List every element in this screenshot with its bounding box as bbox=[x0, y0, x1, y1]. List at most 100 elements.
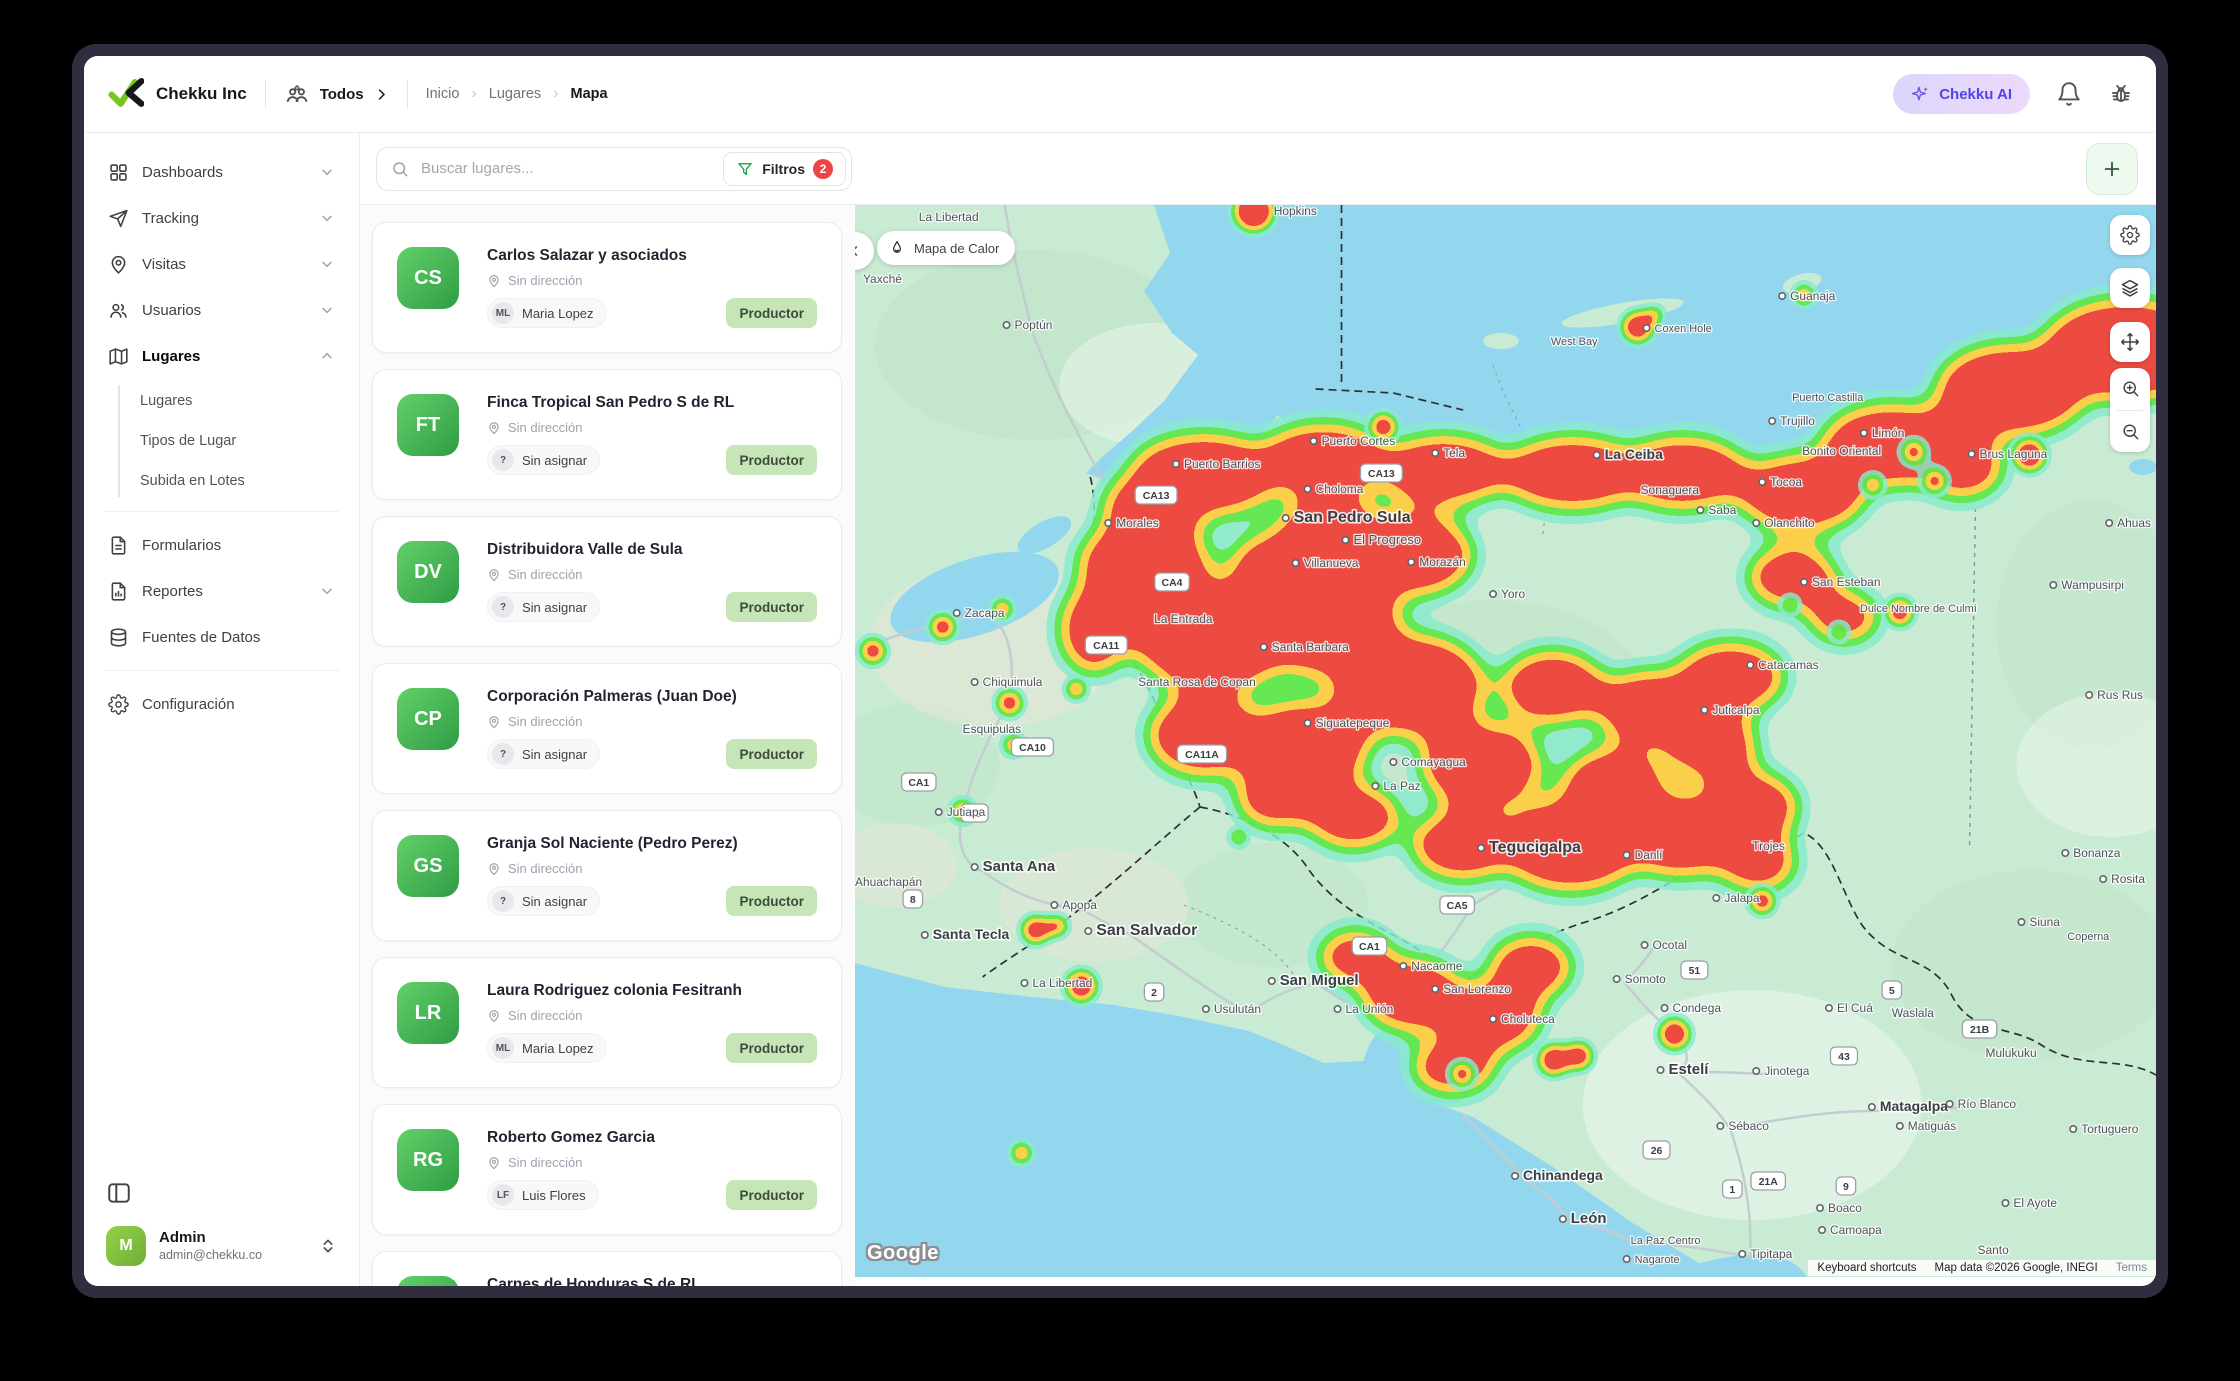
sidebar-item-tracking[interactable]: Tracking bbox=[98, 195, 345, 241]
svg-text:Apopa: Apopa bbox=[1062, 898, 1097, 912]
place-list[interactable]: CS Carlos Salazar y asociados Sin direcc… bbox=[360, 205, 855, 1286]
place-card[interactable]: FT Finca Tropical San Pedro S de RL Sin … bbox=[372, 369, 842, 500]
search-box: Filtros 2 bbox=[376, 147, 852, 191]
assignee-chip[interactable]: ML Maria Lopez bbox=[487, 1033, 607, 1063]
sidebar-item-formularios[interactable]: Formularios bbox=[98, 522, 345, 568]
map-settings-button[interactable] bbox=[2110, 215, 2150, 255]
svg-text:Santo: Santo bbox=[1978, 1243, 2010, 1257]
sidebar-submenu: LugaresTipos de LugarSubida en Lotes bbox=[98, 381, 345, 501]
google-logo: Google bbox=[867, 1242, 939, 1265]
place-card[interactable]: LR Laura Rodriguez colonia Fesitranh Sin… bbox=[372, 957, 842, 1088]
place-card[interactable]: DV Distribuidora Valle de Sula Sin direc… bbox=[372, 516, 842, 647]
svg-text:Mulukuku: Mulukuku bbox=[1986, 1046, 2037, 1060]
assignee-chip[interactable]: ? Sin asignar bbox=[487, 739, 600, 769]
zoom-out-button[interactable] bbox=[2110, 411, 2150, 453]
place-card[interactable]: CS Carlos Salazar y asociados Sin direcc… bbox=[372, 222, 842, 353]
breadcrumb-inicio[interactable]: Inicio bbox=[426, 86, 460, 102]
sidebar-item-configuraci-n[interactable]: Configuración bbox=[98, 681, 345, 727]
divider bbox=[104, 670, 339, 671]
user-menu[interactable]: M Admin admin@chekku.co bbox=[98, 1220, 345, 1272]
sidebar-item-usuarios[interactable]: Usuarios bbox=[98, 287, 345, 333]
place-info: Corporación Palmeras (Juan Doe) Sin dire… bbox=[487, 688, 817, 769]
sidebar-item-label: Configuración bbox=[142, 696, 335, 713]
sidebar-item-fuentes-de-datos[interactable]: Fuentes de Datos bbox=[98, 614, 345, 660]
keyboard-shortcuts-link[interactable]: Keyboard shortcuts bbox=[1808, 1260, 1925, 1276]
place-name: Carlos Salazar y asociados bbox=[487, 247, 817, 264]
assignee-name: Maria Lopez bbox=[522, 1041, 594, 1056]
zoom-in-button[interactable] bbox=[2110, 368, 2150, 410]
place-avatar: CP bbox=[397, 688, 459, 750]
sidebar-item-visitas[interactable]: Visitas bbox=[98, 241, 345, 287]
svg-text:Yaxché: Yaxché bbox=[863, 272, 902, 286]
place-name: Carnes de Honduras S de RL bbox=[487, 1276, 817, 1286]
sidebar-collapse-icon[interactable] bbox=[106, 1180, 132, 1206]
sidebar-subitem-lugares[interactable]: Lugares bbox=[128, 381, 345, 421]
place-name: Laura Rodriguez colonia Fesitranh bbox=[487, 982, 817, 999]
map-pan-button[interactable] bbox=[2110, 322, 2150, 362]
desktop: Chekku Inc Todos Inicio › Lugares › Mapa bbox=[0, 0, 2240, 1381]
filters-label: Filtros bbox=[762, 161, 805, 177]
brand[interactable]: Chekku Inc bbox=[108, 74, 247, 115]
svg-text:La Paz Centro: La Paz Centro bbox=[1631, 1235, 1701, 1247]
place-address: Sin dirección bbox=[508, 420, 582, 435]
map-canvas[interactable]: CA13 CA13 CA4 CA11 CA10 CA11A CA1 CA1 12… bbox=[855, 205, 2156, 1277]
svg-text:La Libertad: La Libertad bbox=[1032, 976, 1092, 990]
place-type-badge: Productor bbox=[726, 445, 817, 475]
svg-text:Ahuachapán: Ahuachapán bbox=[855, 875, 922, 889]
sidebar-item-dashboards[interactable]: Dashboards bbox=[98, 149, 345, 195]
assignee-chip[interactable]: ? Sin asignar bbox=[487, 445, 600, 475]
sidebar-item-reportes[interactable]: Reportes bbox=[98, 568, 345, 614]
place-avatar: DV bbox=[397, 541, 459, 603]
place-card[interactable]: GS Granja Sol Naciente (Pedro Perez) Sin… bbox=[372, 810, 842, 941]
place-footer: LF Luis Flores Productor bbox=[487, 1180, 817, 1210]
svg-text:CA1: CA1 bbox=[908, 778, 929, 789]
org-switcher[interactable]: Todos bbox=[284, 81, 389, 107]
assignee-chip[interactable]: ML Maria Lopez bbox=[487, 298, 607, 328]
notifications-bell-icon[interactable] bbox=[2056, 81, 2082, 107]
svg-text:Condega: Condega bbox=[1672, 1001, 1721, 1015]
map-layers-button[interactable] bbox=[2110, 268, 2150, 308]
svg-text:21B: 21B bbox=[1970, 1025, 1990, 1036]
sidebar-item-lugares[interactable]: Lugares bbox=[98, 333, 345, 379]
user-name: Admin bbox=[159, 1229, 306, 1248]
place-card[interactable]: CH Carnes de Honduras S de RL Sin direcc… bbox=[372, 1251, 842, 1286]
svg-text:Tipitapa: Tipitapa bbox=[1750, 1247, 1792, 1261]
place-card[interactable]: CP Corporación Palmeras (Juan Doe) Sin d… bbox=[372, 663, 842, 794]
place-address-row: Sin dirección bbox=[487, 1155, 817, 1170]
svg-text:Saba: Saba bbox=[1708, 503, 1736, 517]
search-input[interactable] bbox=[419, 159, 713, 178]
chevron-down-icon bbox=[319, 164, 335, 180]
toolbar: Filtros 2 bbox=[360, 133, 2156, 205]
sidebar-item-label: Usuarios bbox=[142, 302, 306, 319]
sidebar-subitem-tipos-de-lugar[interactable]: Tipos de Lugar bbox=[128, 421, 345, 461]
assignee-chip[interactable]: ? Sin asignar bbox=[487, 886, 600, 916]
terms-link[interactable]: Terms bbox=[2107, 1260, 2156, 1276]
place-avatar: FT bbox=[397, 394, 459, 456]
svg-text:Ahuas: Ahuas bbox=[2117, 516, 2151, 530]
svg-text:Olanchito: Olanchito bbox=[1764, 516, 1815, 530]
select-chevrons-icon bbox=[319, 1237, 337, 1255]
file-text-icon bbox=[108, 535, 129, 556]
assignee-chip[interactable]: LF Luis Flores bbox=[487, 1180, 599, 1210]
sidebar-subitem-subida-en-lotes[interactable]: Subida en Lotes bbox=[128, 461, 345, 501]
svg-text:Zacapa: Zacapa bbox=[965, 606, 1005, 620]
place-address: Sin dirección bbox=[508, 714, 582, 729]
breadcrumb-lugares[interactable]: Lugares bbox=[489, 86, 541, 102]
svg-text:Brus Laguna: Brus Laguna bbox=[1980, 447, 2048, 461]
debug-bug-icon[interactable] bbox=[2108, 81, 2134, 107]
place-footer: ? Sin asignar Productor bbox=[487, 445, 817, 475]
svg-text:Estelí: Estelí bbox=[1668, 1061, 1709, 1078]
sidebar-item-label: Lugares bbox=[142, 348, 306, 365]
place-card[interactable]: RG Roberto Gomez Garcia Sin dirección LF… bbox=[372, 1104, 842, 1235]
assignee-chip[interactable]: ? Sin asignar bbox=[487, 592, 600, 622]
filters-button[interactable]: Filtros 2 bbox=[723, 152, 846, 186]
chekku-ai-button[interactable]: Chekku AI bbox=[1893, 74, 2030, 114]
place-address: Sin dirección bbox=[508, 273, 582, 288]
user-avatar: M bbox=[106, 1226, 146, 1266]
app-window: Chekku Inc Todos Inicio › Lugares › Mapa bbox=[72, 44, 2168, 1298]
svg-text:El Ayote: El Ayote bbox=[2013, 1196, 2057, 1210]
header: Chekku Inc Todos Inicio › Lugares › Mapa bbox=[84, 56, 2156, 133]
place-info: Carnes de Honduras S de RL Sin dirección… bbox=[487, 1276, 817, 1286]
add-place-button[interactable] bbox=[2086, 143, 2138, 195]
svg-text:Trujillo: Trujillo bbox=[1780, 414, 1815, 428]
